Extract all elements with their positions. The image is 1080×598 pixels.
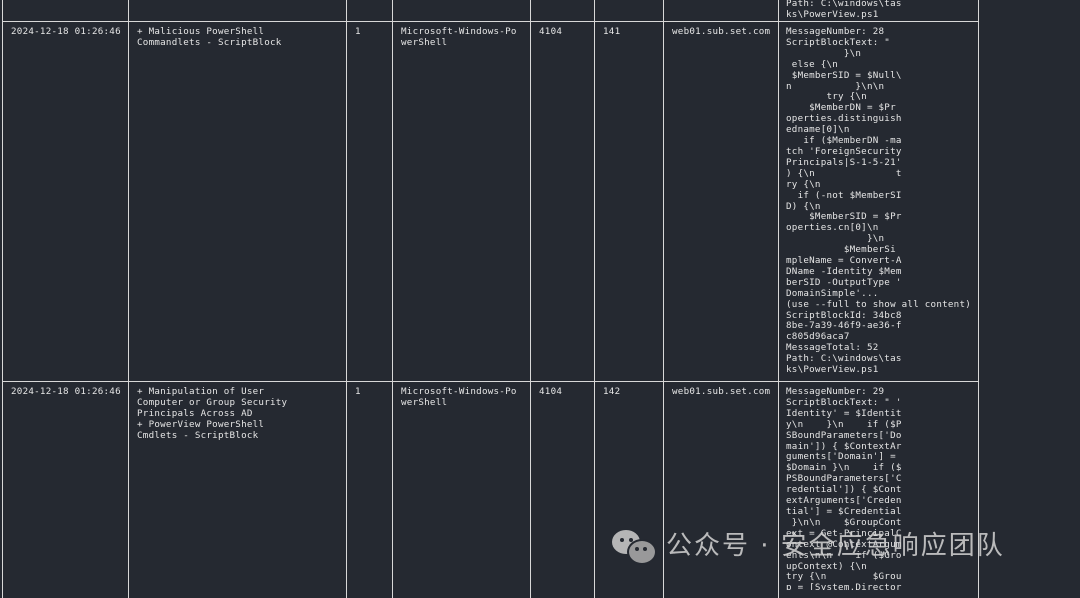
table-cell-channel: Microsoft-Windows-Po werShell xyxy=(401,27,517,48)
table-cell-timestamp: 2024-12-18 01:26:46 xyxy=(11,27,121,37)
table-cell-level: 1 xyxy=(355,27,361,37)
column-divider xyxy=(663,0,664,598)
watermark-text: 公众号 · 安全应急响应团队 xyxy=(666,530,1005,561)
table-cell-details: MessageNumber: 28 ScriptBlockText: " }\n… xyxy=(786,27,972,376)
table-cell-event-id: 4104 xyxy=(539,27,563,37)
table-cell-record-id: 141 xyxy=(603,27,621,37)
column-divider xyxy=(346,0,347,598)
table-cell-level: 1 xyxy=(355,387,361,397)
watermark: 公众号 · 安全应急响应团队 xyxy=(612,526,1005,566)
table-cell-channel: Microsoft-Windows-Po werShell xyxy=(401,387,517,408)
column-divider xyxy=(128,0,129,598)
table-cell-details: Path: C:\windows\tas ks\PowerView.ps1 xyxy=(786,0,902,20)
wechat-icon xyxy=(612,528,657,565)
table-cell-record-id: 142 xyxy=(603,387,621,397)
column-divider xyxy=(778,0,779,598)
table-cell-rule-title: + Malicious PowerShell Commandlets - Scr… xyxy=(137,27,282,48)
table-cell-computer: web01.sub.set.com xyxy=(672,387,771,397)
table-cell-rule-title: + Manipulation of User Computer or Group… xyxy=(137,387,288,441)
table-cell-computer: web01.sub.set.com xyxy=(672,27,771,37)
column-divider xyxy=(978,0,979,598)
table-cell-event-id: 4104 xyxy=(539,387,563,397)
table-cell-timestamp: 2024-12-18 01:26:46 xyxy=(11,387,121,397)
row-divider xyxy=(2,381,979,382)
column-divider xyxy=(392,0,393,598)
column-divider xyxy=(594,0,595,598)
row-divider xyxy=(2,21,979,22)
column-divider xyxy=(2,0,3,598)
column-divider xyxy=(530,0,531,598)
